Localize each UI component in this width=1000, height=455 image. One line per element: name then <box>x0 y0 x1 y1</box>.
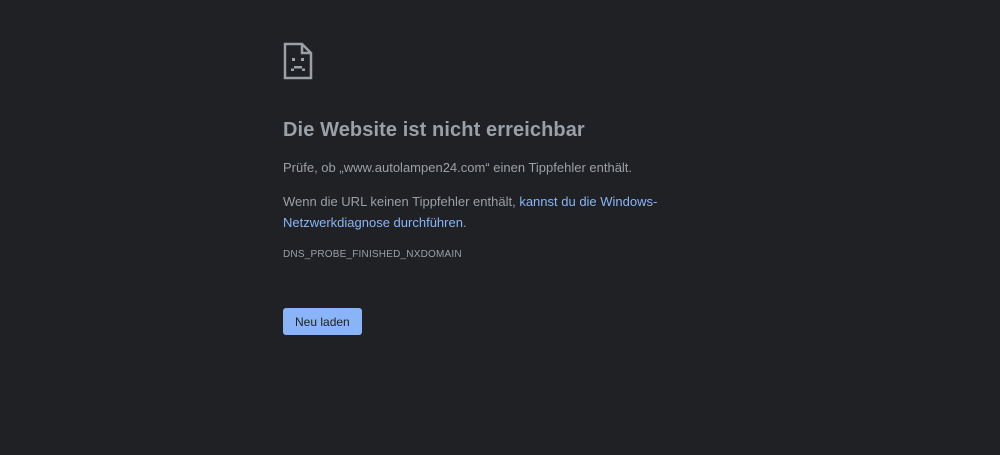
reload-button[interactable]: Neu laden <box>283 308 362 335</box>
page-title: Die Website ist nicht erreichbar <box>283 119 585 141</box>
suggestion-text: Wenn die URL keinen Tippfehler enthält, … <box>283 191 763 233</box>
check-spelling-text: Prüfe, ob „www.autolampen24.com“ einen T… <box>283 160 633 175</box>
error-content: Die Website ist nicht erreichbar Prüfe, … <box>283 42 763 335</box>
sad-page-icon <box>283 42 313 80</box>
error-code: DNS_PROBE_FINISHED_NXDOMAIN <box>283 249 462 260</box>
error-page: Die Website ist nicht erreichbar Prüfe, … <box>0 0 1000 455</box>
suggestion-prefix: Wenn die URL keinen Tippfehler enthält, <box>283 194 516 209</box>
suggestion-suffix: . <box>462 215 467 230</box>
